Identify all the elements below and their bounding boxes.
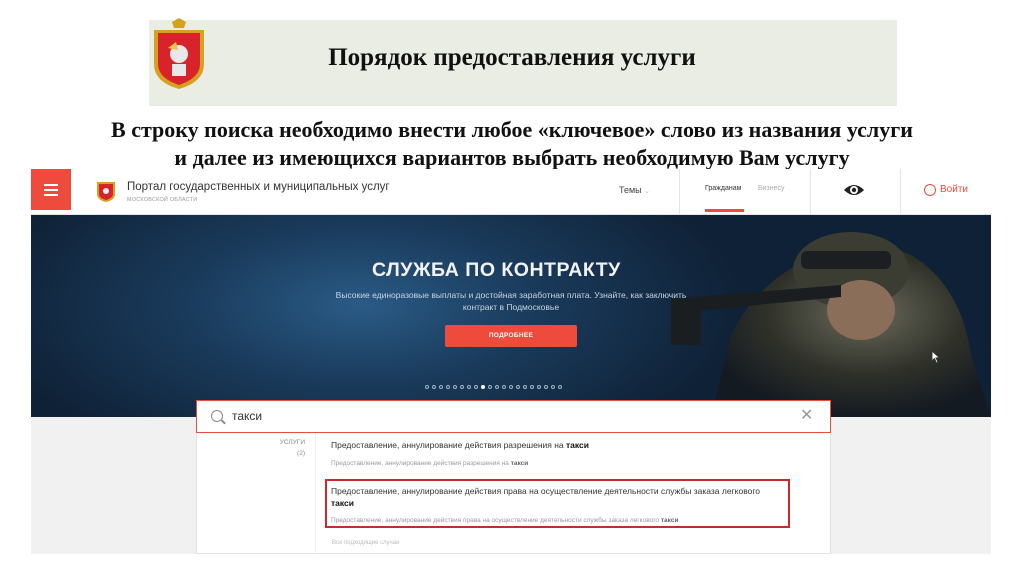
category-count: (2) — [297, 450, 305, 457]
menu-line — [44, 189, 58, 191]
carousel-dots — [425, 385, 562, 389]
carousel-dot[interactable] — [516, 385, 520, 389]
nav-themes[interactable]: Темы ⌄ — [619, 185, 650, 195]
soldier-photo — [671, 232, 991, 417]
category-label: УСЛУГИ — [279, 439, 305, 446]
result-title-keyword: такси — [331, 498, 354, 508]
carousel-dot[interactable] — [467, 385, 471, 389]
result-title-keyword: такси — [566, 440, 590, 450]
carousel-dot[interactable] — [425, 385, 429, 389]
banner-text: Высокие единоразовые выплаты и достойная… — [335, 290, 687, 312]
search-input[interactable]: такси — [232, 409, 262, 423]
chevron-down-icon: ⌄ — [644, 188, 651, 195]
user-icon[interactable] — [924, 184, 936, 196]
slide-title: Порядок предоставления услуги — [328, 44, 696, 71]
search-icon — [211, 410, 223, 422]
portal-screenshot: Портал государственных и муниципальных у… — [31, 169, 991, 554]
search-results-dropdown: УСЛУГИ (2) Предоставление, аннулирование… — [196, 433, 831, 554]
carousel-dot[interactable] — [551, 385, 555, 389]
carousel-dot[interactable] — [474, 385, 478, 389]
carousel-dot[interactable] — [439, 385, 443, 389]
result-sub-keyword: такси — [660, 517, 679, 524]
login-link[interactable]: Войти — [940, 184, 968, 195]
result-item-title[interactable]: Предоставление, аннулирование действия р… — [331, 439, 801, 451]
carousel-dot[interactable] — [460, 385, 464, 389]
carousel-dot[interactable] — [432, 385, 436, 389]
carousel-dot[interactable] — [446, 385, 450, 389]
result-sub-text: Предоставление, аннулирование действия п… — [331, 517, 661, 524]
portal-top-bar: Портал государственных и муниципальных у… — [31, 169, 991, 215]
banner-more-button[interactable]: ПОДРОБНЕЕ — [445, 325, 577, 347]
hamburger-menu-button[interactable] — [31, 169, 71, 210]
carousel-dot[interactable] — [495, 385, 499, 389]
portal-subtitle: МОСКОВСКОЙ ОБЛАСТИ — [127, 197, 198, 203]
menu-line — [44, 184, 58, 186]
results-category: УСЛУГИ (2) — [197, 433, 316, 554]
carousel-dot[interactable] — [544, 385, 548, 389]
eye-accessibility-icon[interactable] — [843, 182, 865, 198]
result-item-subtitle: Предоставление, аннулирование действия р… — [331, 460, 528, 467]
banner-title: СЛУЖБА ПО КОНТРАКТУ — [372, 259, 621, 281]
result-item-subtitle: Предоставление, аннулирование действия п… — [331, 517, 678, 524]
active-tab-indicator — [705, 209, 744, 212]
carousel-dot-active[interactable] — [481, 385, 485, 389]
result-title-text: Предоставление, аннулирование действия р… — [331, 440, 567, 450]
menu-line — [44, 194, 58, 196]
carousel-dot[interactable] — [453, 385, 457, 389]
instruction-line-1: В строку поиска необходимо внести любое … — [111, 117, 913, 142]
tab-business[interactable]: Бизнесу — [758, 185, 784, 192]
promo-banner: СЛУЖБА ПО КОНТРАКТУ Высокие единоразовые… — [31, 215, 991, 417]
result-title-text: Предоставление, аннулирование действия п… — [331, 486, 760, 496]
nav-divider — [810, 169, 811, 215]
carousel-dot[interactable] — [537, 385, 541, 389]
nav-themes-label: Темы — [619, 185, 642, 195]
carousel-dot[interactable] — [502, 385, 506, 389]
instruction-text: В строку поиска необходимо внести любое … — [0, 116, 1024, 172]
result-sub-keyword: такси — [510, 460, 529, 467]
carousel-dot[interactable] — [558, 385, 562, 389]
mouse-cursor-icon — [931, 350, 941, 364]
all-results-link[interactable]: Все подходящие случаи — [332, 540, 399, 546]
tab-citizens[interactable]: Гражданам — [705, 185, 741, 192]
result-item-title[interactable]: Предоставление, аннулирование действия п… — [331, 485, 781, 509]
instruction-line-2: и далее из имеющихся вариантов выбрать н… — [174, 145, 850, 170]
search-box[interactable]: такси ✕ — [196, 400, 831, 433]
carousel-dot[interactable] — [488, 385, 492, 389]
nav-divider — [900, 169, 901, 215]
nav-divider — [679, 169, 680, 215]
carousel-dot[interactable] — [530, 385, 534, 389]
portal-logo-icon[interactable] — [96, 179, 116, 203]
result-sub-text: Предоставление, аннулирование действия р… — [331, 460, 511, 467]
carousel-dot[interactable] — [523, 385, 527, 389]
close-icon[interactable]: ✕ — [800, 408, 813, 424]
carousel-dot[interactable] — [509, 385, 513, 389]
portal-title[interactable]: Портал государственных и муниципальных у… — [127, 181, 390, 193]
